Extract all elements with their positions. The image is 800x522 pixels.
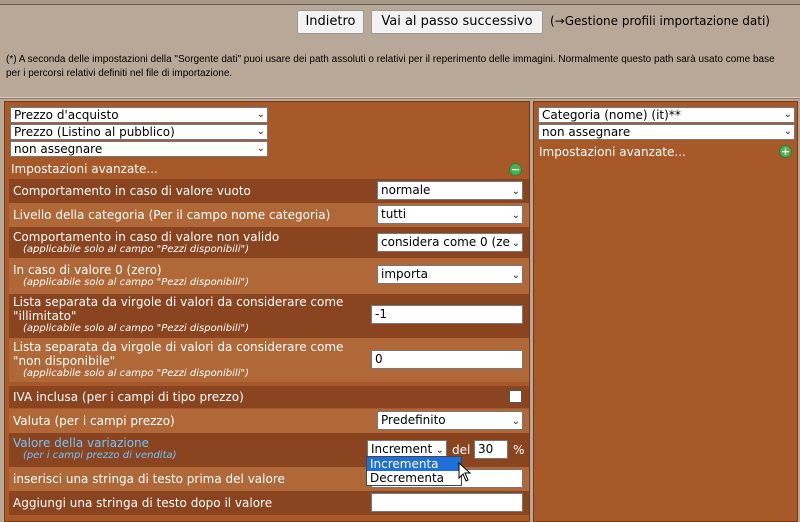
- currency-label: Valuta (per i campi prezzo): [13, 414, 175, 428]
- category-field-selected: Categoria (nome) (it)**: [542, 108, 681, 122]
- variation-sub: (per i campi prezzo di vendita): [23, 450, 177, 461]
- invalid-value-selected: considera come 0 (ze: [381, 235, 510, 249]
- zero-value-label: In caso di valore 0 (zero): [13, 263, 162, 277]
- vat-row: IVA inclusa (per i campi di tipo prezzo): [9, 386, 529, 408]
- zero-value-row: In caso di valore 0 (zero) (applicabile …: [9, 258, 529, 294]
- category-level-row: Livello della categoria (Per il campo no…: [9, 203, 529, 227]
- field-select-3[interactable]: non assegnare ⌄: [10, 141, 268, 157]
- right-advanced-settings-toggle[interactable]: Impostazioni avanzate...: [539, 145, 686, 159]
- category-level-label: Livello della categoria (Per il campo no…: [13, 208, 331, 222]
- variation-del-label: del: [452, 443, 471, 457]
- right-assign-selected: non assegnare: [542, 125, 631, 139]
- empty-value-selected: normale: [381, 183, 431, 197]
- advanced-settings-toggle[interactable]: Impostazioni avanzate...: [11, 162, 158, 176]
- unlimited-label-block: Lista separata da virgole di valori da c…: [13, 295, 343, 335]
- next-step-button[interactable]: Vai al passo successivo: [371, 10, 543, 34]
- unavailable-input[interactable]: 0: [371, 350, 523, 369]
- variation-mode-selected: Increment: [371, 442, 433, 456]
- right-assign-select[interactable]: non assegnare ⌄: [538, 124, 795, 140]
- right-column-panel: Categoria (nome) (it)** ⌄ non assegnare ⌄ …: [533, 101, 798, 522]
- currency-selected: Predefinito: [381, 413, 446, 427]
- currency-select[interactable]: Predefinito ⌄: [377, 411, 523, 430]
- category-level-select[interactable]: tutti ⌄: [377, 205, 523, 224]
- suffix-row: Aggiungi una stringa di testo dopo il va…: [9, 491, 529, 515]
- top-strip: [0, 0, 800, 5]
- field-select-2-value: Prezzo (Listino al pubblico): [14, 125, 175, 139]
- chevron-down-icon: ⌄: [783, 109, 792, 120]
- mouse-cursor-icon: [458, 462, 472, 482]
- chevron-down-icon: ⌄: [511, 210, 520, 221]
- zero-value-select[interactable]: importa ⌄: [377, 265, 523, 284]
- chevron-down-icon: ⌄: [511, 186, 520, 197]
- category-field-select[interactable]: Categoria (nome) (it)** ⌄: [538, 107, 795, 123]
- category-level-selected: tutti: [381, 207, 407, 221]
- unlimited-label-2: "illimitato": [13, 309, 77, 323]
- invalid-value-row: Comportamento in caso di valore non vali…: [9, 227, 529, 258]
- zero-value-sub: (applicabile solo al campo "Pezzi dispon…: [23, 277, 249, 288]
- unlimited-label-1: Lista separata da virgole di valori da c…: [13, 295, 344, 309]
- unlimited-row: Lista separata da virgole di valori da c…: [9, 294, 529, 338]
- unavailable-label-block: Lista separata da virgole di valori da c…: [13, 340, 343, 380]
- chevron-down-icon: ⌄: [783, 126, 792, 137]
- suffix-input[interactable]: [371, 493, 523, 512]
- invalid-value-select[interactable]: considera come 0 (ze ⌄: [377, 233, 523, 252]
- variation-label-block: Valore della variazione (per i campi pre…: [13, 436, 177, 462]
- currency-row: Valuta (per i campi prezzo) Predefinito ⌄: [9, 409, 529, 433]
- unavailable-label-2: "non disponibile": [13, 354, 116, 368]
- path-note: (*) A seconda delle impostazioni della "…: [6, 54, 775, 79]
- expand-icon[interactable]: +: [779, 145, 792, 158]
- zero-value-label-block: In caso di valore 0 (zero) (applicabile …: [13, 263, 249, 289]
- vat-label: IVA inclusa (per i campi di tipo prezzo): [13, 390, 244, 404]
- option-incrementa[interactable]: Incrementa: [367, 457, 461, 471]
- invalid-value-label-block: Comportamento in caso di valore non vali…: [13, 230, 279, 256]
- invalid-value-sub: (applicabile solo al campo "Pezzi dispon…: [23, 244, 249, 255]
- unlimited-input[interactable]: -1: [371, 305, 523, 324]
- divider: [0, 97, 800, 99]
- chevron-down-icon: ⌄: [511, 270, 520, 281]
- variation-label: Valore della variazione: [13, 436, 150, 450]
- unavailable-label-1: Lista separata da virgole di valori da c…: [13, 340, 344, 354]
- profiles-management-link[interactable]: (→Gestione profili importazione dati): [550, 14, 770, 28]
- empty-value-label: Comportamento in caso di valore vuoto: [13, 184, 251, 198]
- suffix-label: Aggiungi una stringa di testo dopo il va…: [13, 496, 273, 510]
- empty-value-select[interactable]: normale ⌄: [377, 181, 523, 200]
- empty-value-row: Comportamento in caso di valore vuoto no…: [9, 179, 529, 203]
- chevron-down-icon: ⌄: [256, 143, 265, 154]
- variation-unit: %: [513, 443, 525, 457]
- unlimited-sub: (applicabile solo al campo "Pezzi dispon…: [23, 323, 249, 334]
- back-button[interactable]: Indietro: [297, 10, 364, 34]
- variation-mode-dropdown: Incrementa Decrementa: [366, 456, 462, 486]
- prefix-label: inserisci una stringa di testo prima del…: [13, 472, 285, 486]
- field-select-1[interactable]: Prezzo d'acquisto ⌄: [10, 107, 268, 123]
- navigation-bar: Indietro Vai al passo successivo (→Gesti…: [0, 10, 800, 36]
- zero-value-selected: importa: [381, 267, 428, 281]
- chevron-down-icon: ⌄: [511, 416, 520, 427]
- option-decrementa[interactable]: Decrementa: [367, 471, 461, 485]
- vat-checkbox[interactable]: [509, 390, 522, 403]
- chevron-down-icon: ⌄: [511, 238, 520, 249]
- field-select-2[interactable]: Prezzo (Listino al pubblico) ⌄: [10, 124, 268, 140]
- unavailable-sub: (applicabile solo al campo "Pezzi dispon…: [23, 368, 249, 379]
- field-select-3-value: non assegnare: [14, 142, 103, 156]
- collapse-icon[interactable]: −: [509, 163, 522, 176]
- unavailable-row: Lista separata da virgole di valori da c…: [9, 338, 529, 382]
- chevron-down-icon: ⌄: [256, 109, 265, 120]
- invalid-value-label: Comportamento in caso di valore non vali…: [13, 230, 280, 244]
- field-select-1-value: Prezzo d'acquisto: [14, 108, 119, 122]
- chevron-down-icon: ⌄: [256, 126, 265, 137]
- variation-amount-input[interactable]: 30: [474, 440, 508, 459]
